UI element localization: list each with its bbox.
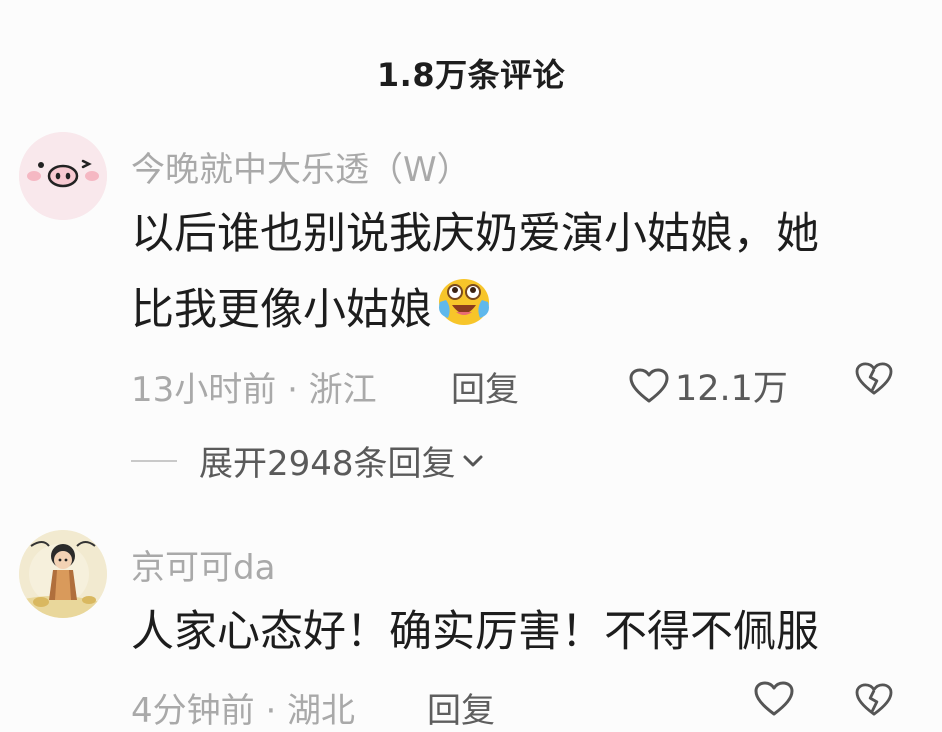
comment-text: 人家心态好！确实厉害！不得不佩服 xyxy=(131,607,819,657)
expand-replies[interactable]: 展开2948条回复 xyxy=(131,436,486,485)
comment-text-line-1: 以后谁也别说我庆奶爱演小姑娘，她 xyxy=(131,209,819,259)
dislike-button[interactable] xyxy=(855,683,893,721)
reply-button[interactable]: 回复 xyxy=(427,683,495,732)
chevron-down-icon xyxy=(463,455,483,466)
laugh-cry-emoji-icon xyxy=(434,272,494,348)
avatar-pig[interactable] xyxy=(19,132,107,220)
comment-text-line-2: 比我更像小姑娘 xyxy=(131,285,432,335)
like-button[interactable] xyxy=(754,681,794,717)
dislike-button[interactable] xyxy=(855,362,893,400)
avatar-girl[interactable] xyxy=(19,530,107,618)
like-button[interactable]: 12.1万 xyxy=(629,360,788,411)
broken-heart-icon xyxy=(855,362,893,395)
girl-avatar-icon xyxy=(19,530,107,618)
comment-time-location: 4分钟前 · 湖北 xyxy=(131,691,356,731)
comment-username[interactable]: 今晚就中大乐透（W） xyxy=(131,142,471,191)
pig-avatar-icon xyxy=(19,132,107,220)
comment-text-line-2-wrap: 比我更像小姑娘 xyxy=(131,272,494,348)
heart-outline-icon xyxy=(754,681,794,716)
comment-username[interactable]: 京可可da xyxy=(131,540,275,589)
divider xyxy=(131,459,177,462)
comment-time-location: 13小时前 · 浙江 xyxy=(131,370,377,410)
like-count: 12.1万 xyxy=(675,369,788,409)
broken-heart-icon xyxy=(855,683,893,716)
expand-replies-label: 展开2948条回复 xyxy=(199,444,456,484)
reply-button[interactable]: 回复 xyxy=(451,362,519,411)
heart-outline-icon xyxy=(629,368,669,402)
comments-count-title: 1.8万条评论 xyxy=(376,56,566,94)
